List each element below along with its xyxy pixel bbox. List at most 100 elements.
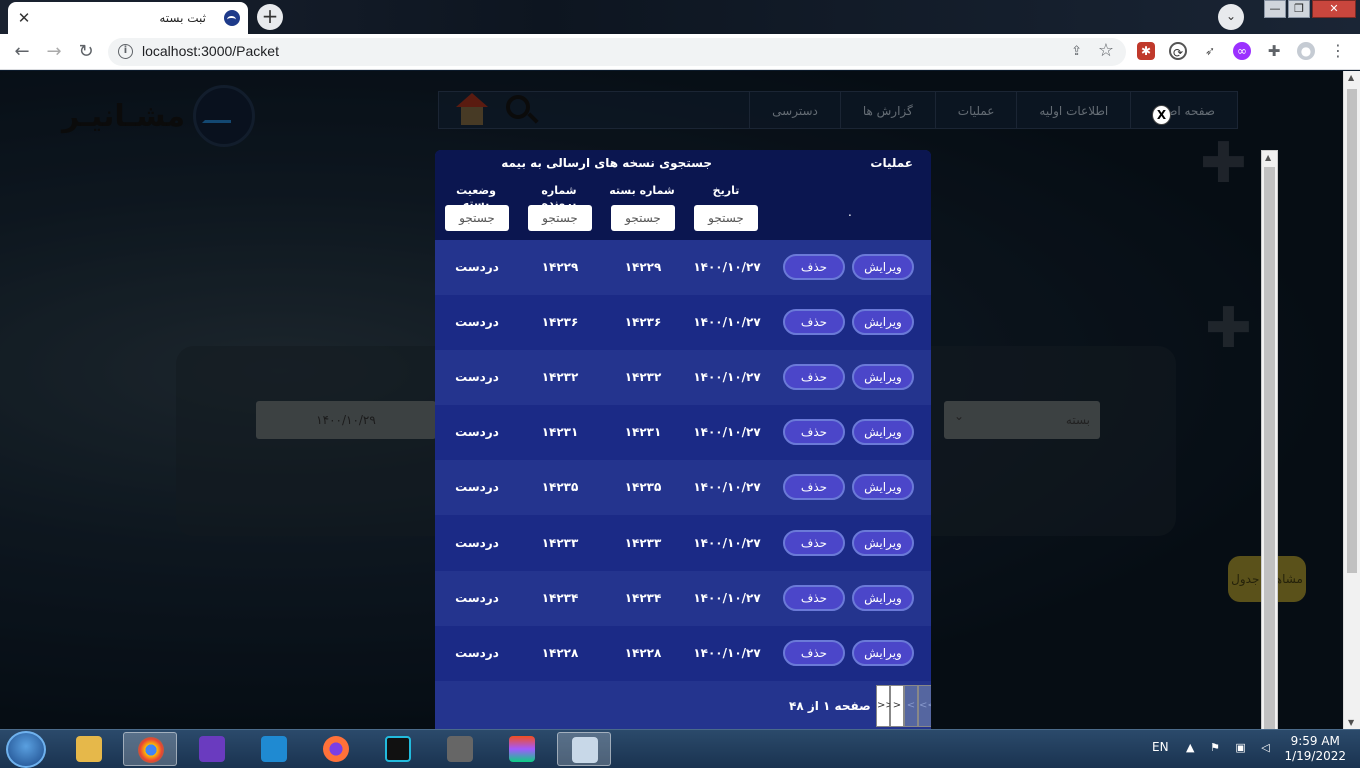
- cell-packet-no: ۱۴۲۳۴: [624, 590, 662, 605]
- close-window-button[interactable]: ✕: [1312, 0, 1356, 18]
- cell-date: ۱۴۰۰/۱۰/۲۷: [693, 535, 761, 550]
- edit-button[interactable]: ویرایش: [852, 254, 914, 280]
- date-search-input[interactable]: جستجو: [694, 205, 758, 231]
- prev-page-button[interactable]: <: [904, 685, 918, 727]
- cell-packet-no: ۱۴۲۲۹: [624, 260, 662, 274]
- page-scroll-thumb[interactable]: [1347, 89, 1357, 573]
- browser-tab[interactable]: ✕ ثبت بسته: [8, 2, 248, 34]
- cell-date: ۱۴۰۰/۱۰/۲۷: [693, 370, 761, 385]
- column-headers: تاریخ شماره بسته شماره پرونده وضعیت بسته: [435, 184, 931, 210]
- modal-scrollbar[interactable]: ▲: [1261, 150, 1278, 729]
- table-row: ۱۴۰۰/۱۰/۲۷۱۴۲۳۳۱۴۲۳۳دردست اقدامویرایشحذف: [435, 515, 931, 605]
- file-no-search-input[interactable]: جستجو: [528, 205, 592, 231]
- edit-button[interactable]: ویرایش: [852, 309, 914, 336]
- cell-file-no: ۱۴۲۳۱: [541, 425, 579, 440]
- profile-avatar-icon[interactable]: ●: [1297, 42, 1315, 60]
- delete-button[interactable]: حذف: [783, 584, 845, 611]
- tab-title: ثبت بسته: [159, 11, 206, 25]
- extension-leaf-icon[interactable]: ➶: [1201, 42, 1219, 60]
- cell-packet-no: ۱۴۲۳۱: [624, 425, 662, 440]
- taskbar-visual-studio[interactable]: [185, 732, 239, 766]
- page-info: صفحه ۱ از ۴۸: [789, 699, 871, 713]
- next-page-button[interactable]: >: [890, 685, 904, 727]
- address-bar[interactable]: i localhost:3000/Packet ⇪ ☆: [108, 38, 1126, 66]
- extension-red-icon[interactable]: ✱: [1137, 42, 1155, 60]
- taskbar-paint[interactable]: [557, 732, 611, 766]
- page-viewport: ✚ ✚ مشـانیـر صفحه اصلی اطلاعات اولیه عمل…: [0, 71, 1343, 729]
- taskbar-firefox[interactable]: [309, 732, 363, 766]
- delete-button[interactable]: حذف: [783, 639, 845, 666]
- delete-button[interactable]: حذف: [783, 419, 845, 446]
- taskbar-vscode[interactable]: [247, 732, 301, 766]
- scroll-up-icon[interactable]: ▲: [1265, 153, 1271, 162]
- edit-button[interactable]: ویرایش: [852, 364, 914, 391]
- bookmark-star-icon[interactable]: ☆: [1098, 40, 1114, 61]
- language-indicator[interactable]: EN: [1152, 740, 1169, 754]
- back-arrow-icon[interactable]: ←: [10, 40, 34, 64]
- first-page-button[interactable]: >>: [876, 685, 894, 727]
- filter-marker: .: [848, 205, 852, 219]
- delete-button[interactable]: حذف: [783, 364, 845, 391]
- visual-studio-icon: [199, 736, 225, 762]
- taskbar-explorer[interactable]: [62, 732, 116, 766]
- minimize-button[interactable]: —: [1264, 0, 1286, 18]
- firefox-icon: [323, 736, 349, 762]
- maximize-button[interactable]: ❐: [1288, 0, 1310, 18]
- modal-scroll-thumb[interactable]: [1264, 167, 1275, 729]
- browser-menu-icon[interactable]: ⋮: [1329, 42, 1347, 60]
- edit-button[interactable]: ویرایش: [852, 474, 914, 501]
- taskbar-datagrip[interactable]: [371, 732, 425, 766]
- scroll-down-icon[interactable]: ▼: [1348, 718, 1354, 727]
- search-modal: عملیات جستجوی نسخه های ارسالی به بیمه تا…: [435, 150, 931, 729]
- delete-button[interactable]: حذف: [783, 474, 845, 501]
- cell-file-no: ۱۴۲۳۲: [541, 370, 579, 385]
- browser-toolbar: ← → ↻ i localhost:3000/Packet ⇪ ☆ ✱ ⟳ ➶ …: [0, 34, 1360, 70]
- extension-circle-icon[interactable]: ⟳: [1169, 42, 1187, 60]
- taskbar-tool[interactable]: [433, 732, 487, 766]
- status-search-input[interactable]: جستجو: [445, 205, 509, 231]
- scroll-up-icon[interactable]: ▲: [1348, 73, 1354, 82]
- clock[interactable]: 9:59 AM 1/19/2022: [1284, 734, 1346, 764]
- cell-file-no: ۱۴۲۳۶: [541, 315, 579, 330]
- vscode-icon: [261, 736, 287, 762]
- table-row: ۱۴۰۰/۱۰/۲۷۱۴۲۳۶۱۴۲۳۶دردست اقدامویرایشحذف: [435, 295, 931, 384]
- cell-packet-no: ۱۴۲۳۳: [624, 535, 662, 550]
- share-icon[interactable]: ⇪: [1071, 44, 1082, 59]
- table-row: ۱۴۰۰/۱۰/۲۷۱۴۲۳۴۱۴۲۳۴دردست اقدامویرایشحذف: [435, 570, 931, 660]
- page-scrollbar[interactable]: ▲ ▼: [1343, 71, 1360, 729]
- start-button[interactable]: [6, 731, 46, 768]
- cell-date: ۱۴۰۰/۱۰/۲۷: [693, 480, 761, 495]
- clock-date: 1/19/2022: [1284, 749, 1346, 763]
- modal-close-button[interactable]: X: [1152, 105, 1171, 125]
- pagination: صفحه ۱ از ۴۸ >> > < <<: [435, 681, 931, 729]
- delete-button[interactable]: حذف: [783, 309, 845, 336]
- cell-date: ۱۴۰۰/۱۰/۲۷: [693, 260, 761, 274]
- paint-icon: [572, 737, 598, 763]
- tray-icons[interactable]: ▲ ⚑ ▣ ◁: [1186, 741, 1276, 754]
- extension-purple-icon[interactable]: ∞: [1233, 42, 1251, 60]
- delete-button[interactable]: حذف: [783, 529, 845, 556]
- folder-icon: [76, 736, 102, 762]
- site-info-icon[interactable]: i: [118, 44, 133, 59]
- edit-button[interactable]: ویرایش: [852, 639, 914, 666]
- os-taskbar: EN ▲ ⚑ ▣ ◁ 9:59 AM 1/19/2022: [0, 729, 1360, 768]
- url-text[interactable]: localhost:3000/Packet: [142, 43, 279, 59]
- cell-packet-no: ۱۴۲۳۲: [624, 370, 662, 385]
- edit-button[interactable]: ویرایش: [852, 419, 914, 446]
- cell-file-no: ۱۴۲۳۴: [541, 590, 579, 605]
- forward-arrow-icon[interactable]: →: [42, 40, 66, 64]
- last-page-button[interactable]: <<: [918, 685, 931, 727]
- chrome-icon: [138, 737, 164, 763]
- tab-close-icon[interactable]: ✕: [16, 10, 32, 26]
- edit-button[interactable]: ویرایش: [852, 529, 914, 556]
- edit-button[interactable]: ویرایش: [852, 584, 914, 611]
- tab-search-icon[interactable]: ⌄: [1218, 4, 1244, 30]
- taskbar-chrome[interactable]: [123, 732, 177, 766]
- reload-icon[interactable]: ↻: [74, 40, 98, 64]
- new-tab-button[interactable]: +: [257, 4, 283, 30]
- taskbar-figma[interactable]: [495, 732, 549, 766]
- modal-title-row: عملیات جستجوی نسخه های ارسالی به بیمه: [435, 156, 913, 170]
- delete-button[interactable]: حذف: [783, 254, 845, 280]
- packet-no-search-input[interactable]: جستجو: [611, 205, 675, 231]
- extensions-puzzle-icon[interactable]: ✚: [1265, 42, 1283, 60]
